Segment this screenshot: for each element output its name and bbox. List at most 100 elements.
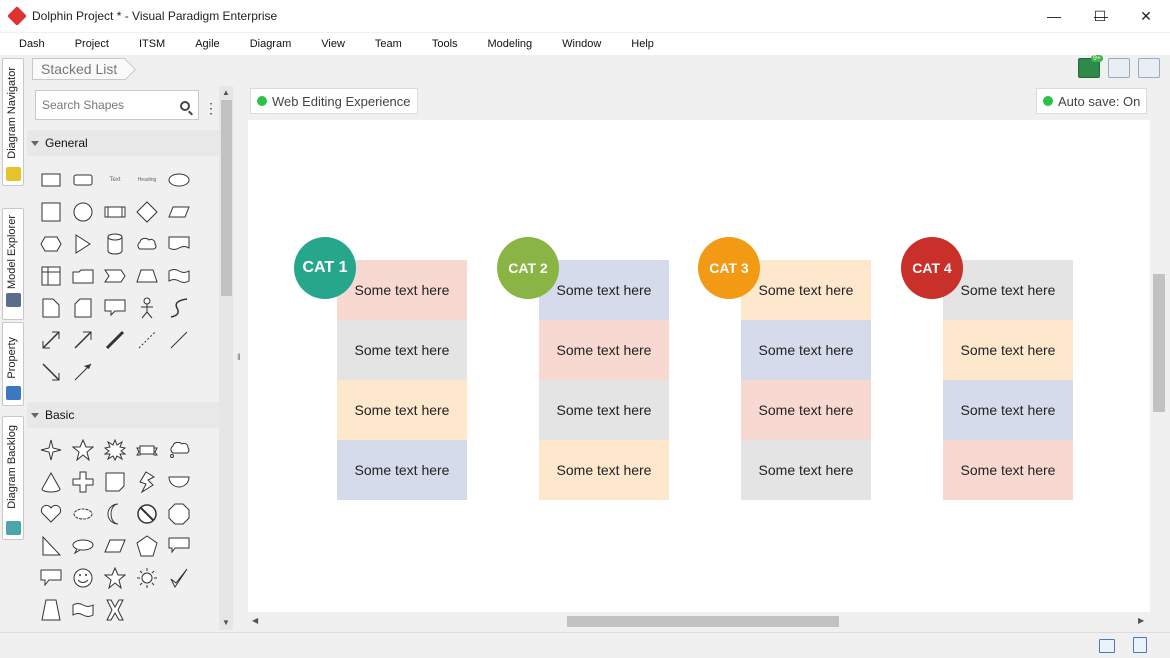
cloud-callout-icon[interactable] [163,434,195,466]
line-icon[interactable] [163,324,195,356]
tab-model-explorer[interactable]: Model Explorer [2,208,24,320]
list-item[interactable]: Some text here [741,440,871,500]
right-triangle-icon[interactable] [35,530,67,562]
arrow-line-icon[interactable] [35,356,67,388]
search-icon[interactable] [180,101,190,111]
five-point-star-outline-icon[interactable] [67,434,99,466]
text-shape-icon[interactable]: Text [99,164,131,196]
category-column[interactable]: Some text here Some text here Some text he… [943,260,1073,500]
no-symbol-icon[interactable] [131,498,163,530]
list-item[interactable]: Some text here [539,380,669,440]
tab-property[interactable]: Property [2,322,24,406]
half-circle-icon[interactable] [163,466,195,498]
scroll-up-icon[interactable]: ▲ [222,88,230,97]
announcement-icon[interactable]: 9+ [1078,55,1103,78]
list-item[interactable]: Some text here [943,320,1073,380]
list-item[interactable]: Some text here [539,320,669,380]
x-shape-icon[interactable] [99,594,131,626]
category-badge[interactable]: CAT 4 [901,237,963,299]
smiley-icon[interactable] [67,562,99,594]
list-item[interactable]: Some text here [337,320,467,380]
double-arrow-icon[interactable] [35,324,67,356]
trapezoid-shape-icon[interactable] [131,260,163,292]
cone-icon[interactable] [35,466,67,498]
parallelogram-shape-icon[interactable] [163,196,195,228]
canvas-horizontal-scrollbar[interactable]: ◀ ▶ [248,613,1150,630]
palette-scrollbar[interactable]: ▲ ▼ [219,86,233,630]
table-shape-icon[interactable] [35,260,67,292]
list-item[interactable]: Some text here [539,440,669,500]
minimize-button[interactable]: — [1031,0,1077,32]
heading-shape-icon[interactable]: Heading [131,164,163,196]
cloud-shape-icon[interactable] [131,228,163,260]
list-item[interactable]: Some text here [337,440,467,500]
scroll-left-icon[interactable]: ◀ [252,616,258,625]
step-shape-icon[interactable] [99,260,131,292]
palette-scroll-thumb[interactable] [221,100,232,296]
document-edit-icon[interactable] [1133,637,1147,653]
folded-corner-icon[interactable] [99,466,131,498]
rectangle-shape-icon[interactable] [35,164,67,196]
menu-itsm[interactable]: ITSM [129,38,175,50]
wavy-cloud-icon[interactable] [67,498,99,530]
circle-shape-icon[interactable] [67,196,99,228]
category-badge[interactable]: CAT 3 [698,237,760,299]
callout-shape-icon[interactable] [99,292,131,324]
list-item[interactable]: Some text here [741,320,871,380]
square-shape-icon[interactable] [35,196,67,228]
list-item[interactable]: Some text here [741,380,871,440]
category-column[interactable]: Some text here Some text here Some text he… [539,260,669,500]
section-basic-header[interactable]: Basic [27,402,219,428]
actor-shape-icon[interactable] [131,292,163,324]
auto-save-badge[interactable]: Auto save: On [1036,88,1148,114]
speech-callout-icon[interactable] [35,562,67,594]
hexagon-shape-icon[interactable] [35,228,67,260]
diagram-canvas[interactable]: Some text here Some text here Some text he… [248,120,1150,612]
maximize-button[interactable]: ☐ [1077,0,1123,32]
octagon-icon[interactable] [163,498,195,530]
burst-icon[interactable] [99,434,131,466]
menu-modeling[interactable]: Modeling [478,38,543,50]
pentagon-icon[interactable] [131,530,163,562]
menu-agile[interactable]: Agile [185,38,229,50]
canvas-vertical-scrollbar[interactable] [1151,86,1168,630]
list-item[interactable]: Some text here [943,380,1073,440]
oval-callout-icon[interactable] [67,530,99,562]
section-general-header[interactable]: General [27,130,219,156]
parallelogram-alt-icon[interactable] [99,530,131,562]
tab-diagram-backlog[interactable]: Diagram Backlog [2,416,24,540]
thick-line-icon[interactable] [99,324,131,356]
list-item[interactable]: Some text here [337,260,467,320]
diamond-shape-icon[interactable] [131,196,163,228]
list-item[interactable]: Some text here [337,380,467,440]
block-arrow-icon[interactable] [67,324,99,356]
cross-shape-icon[interactable] [67,466,99,498]
checkmark-icon[interactable] [163,562,195,594]
scroll-down-icon[interactable]: ▼ [222,618,230,627]
search-shapes-input[interactable]: Search Shapes [35,90,199,120]
sun-icon[interactable] [131,562,163,594]
menu-tools[interactable]: Tools [422,38,468,50]
cylinder-shape-icon[interactable] [99,228,131,260]
menu-team[interactable]: Team [365,38,412,50]
tab-diagram-navigator[interactable]: Diagram Navigator [2,58,24,186]
menu-project[interactable]: Project [65,38,119,50]
note-shape-icon[interactable] [35,292,67,324]
vertical-scroll-thumb[interactable] [1153,274,1165,412]
menu-diagram[interactable]: Diagram [240,38,302,50]
list-item[interactable]: Some text here [741,260,871,320]
category-column[interactable]: Some text here Some text here Some text he… [337,260,467,500]
wave-shape-icon[interactable] [163,260,195,292]
category-badge[interactable]: CAT 1 [294,237,356,299]
moon-icon[interactable] [99,498,131,530]
ribbon-icon[interactable] [131,434,163,466]
fit-diagram-icon[interactable] [1108,58,1130,78]
web-editing-badge[interactable]: Web Editing Experience [250,88,418,114]
horizontal-scroll-thumb[interactable] [567,616,839,627]
menu-dash[interactable]: Dash [9,38,55,50]
category-column[interactable]: Some text here Some text here Some text he… [741,260,871,500]
card-shape-icon[interactable] [67,292,99,324]
breadcrumb[interactable]: Stacked List [32,58,127,80]
mail-icon[interactable] [1099,639,1115,653]
curve-connector-icon[interactable] [163,292,195,324]
